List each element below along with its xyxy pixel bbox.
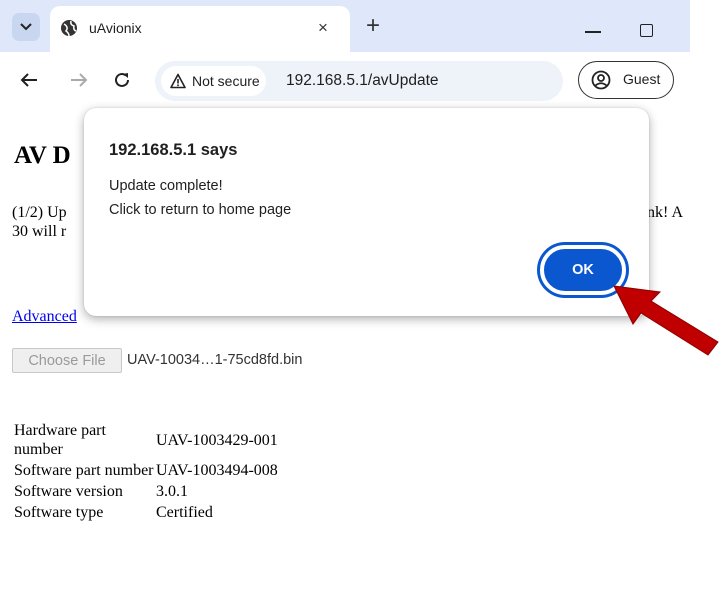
security-label: Not secure	[192, 73, 260, 89]
reload-button[interactable]	[110, 68, 134, 92]
status-text-line1: (1/2) Up	[12, 204, 67, 221]
selected-file-name: UAV-10034…1-75cd8fd.bin	[127, 352, 303, 368]
url-text[interactable]: 192.168.5.1/avUpdate	[286, 72, 439, 90]
security-chip[interactable]: Not secure	[161, 66, 266, 96]
new-tab-icon[interactable]: +	[360, 13, 386, 39]
info-label-software-type: Software type	[14, 504, 104, 521]
tab-search-button[interactable]	[12, 13, 40, 41]
table-row: Hardware part number UAV-1003429-001	[14, 421, 296, 461]
page-title: AV D	[14, 142, 71, 169]
table-row: Software version 3.0.1	[14, 482, 296, 503]
profile-label: Guest	[623, 71, 661, 87]
alert-dialog: 192.168.5.1 says Update complete! Click …	[84, 108, 649, 316]
table-row: Software type Certified	[14, 503, 296, 524]
table-row: Software part number UAV-1003494-008	[14, 461, 296, 482]
maximize-icon[interactable]	[640, 24, 653, 37]
dialog-title: 192.168.5.1 says	[109, 141, 238, 159]
forward-button[interactable]	[67, 68, 91, 92]
advanced-link[interactable]: Advanced	[12, 308, 77, 326]
tab-strip: uAvionix × +	[0, 0, 723, 52]
warning-icon	[170, 73, 186, 89]
globe-icon	[61, 20, 77, 37]
minimize-icon[interactable]	[585, 31, 601, 33]
choose-file-button[interactable]: Choose File	[12, 348, 122, 373]
browser-toolbar: Not secure 192.168.5.1/avUpdate Guest	[0, 52, 690, 108]
info-value-hardware-part-number: UAV-1003429-001	[156, 431, 278, 449]
info-label-software-part-number: Software part number	[14, 462, 154, 479]
annotation-arrow-icon	[613, 285, 719, 356]
status-text-line2: 30 will r	[12, 223, 67, 240]
forward-icon	[71, 73, 88, 87]
browser-tab[interactable]: uAvionix ×	[50, 6, 350, 52]
info-label-hardware-part-number: Hardware part number	[14, 422, 106, 458]
tab-search-icon	[20, 23, 32, 31]
info-value-software-part-number: UAV-1003494-008	[156, 462, 278, 479]
device-info-table: Hardware part number UAV-1003429-001 Sof…	[14, 421, 296, 524]
info-value-software-type: Certified	[156, 504, 213, 521]
profile-icon	[591, 70, 611, 90]
dialog-message-line2: Click to return to home page	[109, 202, 292, 218]
close-icon[interactable]: ×	[312, 17, 334, 39]
profile-button[interactable]: Guest	[578, 61, 674, 99]
back-icon	[20, 73, 37, 87]
tab-title: uAvionix	[89, 20, 142, 36]
info-label-software-version: Software version	[14, 483, 123, 500]
dialog-message-line1: Update complete!	[109, 178, 223, 194]
reload-icon	[115, 72, 129, 87]
info-value-software-version: 3.0.1	[156, 483, 188, 500]
address-bar[interactable]: Not secure 192.168.5.1/avUpdate	[155, 61, 563, 101]
back-button[interactable]	[17, 68, 41, 92]
status-text-line1-tail: nk! A	[647, 204, 683, 221]
